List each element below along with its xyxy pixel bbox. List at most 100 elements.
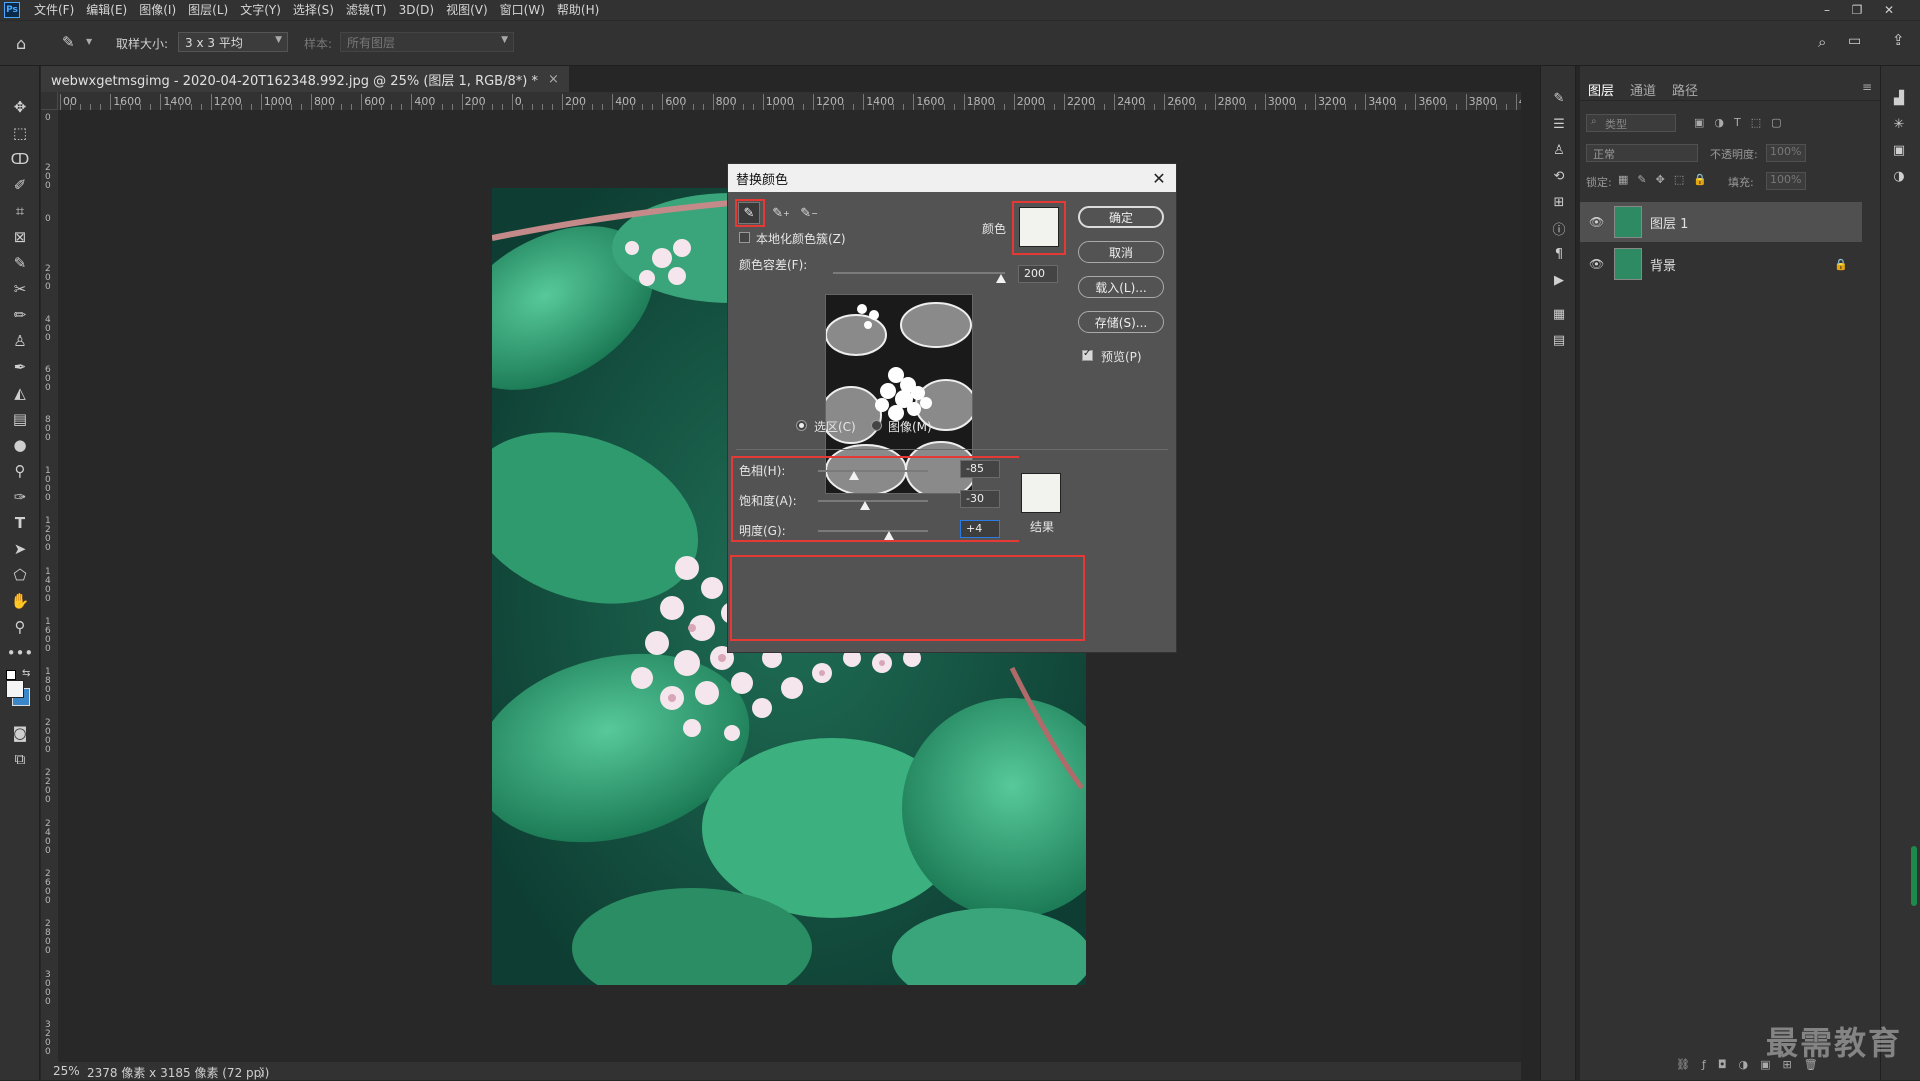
workspace-icon[interactable]: ▭	[1848, 33, 1861, 49]
layer-name[interactable]: 背景	[1650, 255, 1676, 274]
selection-radio[interactable]	[796, 420, 807, 431]
history-brush-tool-icon[interactable]: ✒	[8, 356, 32, 378]
document-tab[interactable]: webwxgetmsgimg - 2020-04-20T162348.992.j…	[41, 66, 569, 92]
close-icon[interactable]: ✕	[1148, 167, 1170, 189]
sample-size-select[interactable]: 3 x 3 平均 ▼	[178, 32, 288, 52]
zoom-tool-icon[interactable]: ⚲	[8, 616, 32, 638]
move-tool-icon[interactable]: ✥	[8, 96, 32, 118]
fuzziness-slider-track[interactable]	[833, 272, 1005, 274]
menu-type[interactable]: 文字(Y)	[234, 0, 287, 20]
scroll-indicator[interactable]	[1911, 846, 1917, 906]
swap-colors-icon[interactable]: ⇆	[22, 668, 30, 679]
restore-button[interactable]: ❐	[1842, 0, 1872, 20]
crop-tool-icon[interactable]: ⌗	[8, 200, 32, 222]
lasso-tool-icon[interactable]: ↀ	[8, 148, 32, 170]
default-colors-icon[interactable]	[6, 670, 16, 680]
eyedropper-tool-preset-icon[interactable]: ✎	[62, 33, 75, 51]
eyedropper-plus-icon[interactable]: ✎ +	[770, 202, 792, 224]
blur-tool-icon[interactable]: ●	[8, 434, 32, 456]
fill-field[interactable]: 100%	[1766, 172, 1806, 190]
swatches-icon[interactable]: ▣	[1889, 140, 1909, 160]
blend-mode-select[interactable]: 正常	[1586, 144, 1698, 162]
fuzziness-slider-thumb[interactable]	[996, 274, 1006, 283]
menu-file[interactable]: 文件(F)	[28, 0, 80, 20]
result-swatch[interactable]	[1021, 473, 1061, 513]
save-button[interactable]: 存储(S)...	[1078, 311, 1164, 333]
clone-source-icon[interactable]: ♙	[1549, 140, 1569, 160]
vertical-ruler[interactable]: 0 200 0 200 400 600 800 1000 1200 1400 1600 1800 200…	[41, 110, 59, 1066]
histogram-icon[interactable]: ▟	[1889, 88, 1909, 108]
layer-filter-select[interactable]: ⌕ 类型	[1586, 114, 1676, 132]
notes-icon[interactable]: ▤	[1549, 330, 1569, 350]
home-icon[interactable]: ⌂	[16, 34, 26, 53]
info-icon[interactable]: ⓘ	[1549, 218, 1569, 238]
brush-settings-icon[interactable]: ✎	[1549, 88, 1569, 108]
actions-icon[interactable]: ▶	[1549, 270, 1569, 290]
opacity-field[interactable]: 100%	[1766, 144, 1806, 162]
panel-menu-icon[interactable]: ≡	[1862, 80, 1872, 94]
menu-select[interactable]: 选择(S)	[287, 0, 340, 20]
dialog-title-bar[interactable]: 替换颜色	[728, 164, 1176, 192]
image-radio[interactable]	[871, 420, 882, 431]
type-tool-icon[interactable]: T	[8, 512, 32, 534]
clone-stamp-tool-icon[interactable]: ♙	[8, 330, 32, 352]
layer-row[interactable]: 👁 图层 1	[1580, 202, 1862, 242]
load-button[interactable]: 载入(L)...	[1078, 276, 1164, 298]
menu-layer[interactable]: 图层(L)	[182, 0, 234, 20]
tab-channels[interactable]: 通道	[1630, 80, 1656, 99]
paragraph-icon[interactable]: ¶	[1549, 244, 1569, 264]
path-selection-tool-icon[interactable]: ➤	[8, 538, 32, 560]
status-menu-arrow[interactable]: 〉	[259, 1064, 271, 1081]
marquee-tool-icon[interactable]: ⬚	[8, 122, 32, 144]
menu-filter[interactable]: 滤镜(T)	[340, 0, 393, 20]
close-window-button[interactable]: ✕	[1874, 0, 1904, 20]
properties-icon[interactable]: ⊞	[1549, 192, 1569, 212]
foreground-color-swatch[interactable]	[6, 680, 24, 698]
preview-checkbox[interactable]	[1082, 348, 1093, 361]
zoom-level[interactable]: 25%	[53, 1064, 80, 1078]
color-icon[interactable]: ◑	[1889, 166, 1909, 186]
more-tools-icon[interactable]: •••	[7, 642, 34, 664]
menu-image[interactable]: 图像(I)	[133, 0, 182, 20]
layer-filter-icons[interactable]: ▣◑T⬚▢	[1694, 116, 1792, 129]
ok-button[interactable]: 确定	[1078, 206, 1164, 228]
share-icon[interactable]: ⇪	[1892, 31, 1905, 49]
tab-layers[interactable]: 图层	[1588, 80, 1614, 99]
eraser-tool-icon[interactable]: ◭	[8, 382, 32, 404]
menu-window[interactable]: 窗口(W)	[494, 0, 551, 20]
brush-tool-icon[interactable]: ✏	[8, 304, 32, 326]
pen-tool-icon[interactable]: ✑	[8, 486, 32, 508]
search-icon[interactable]: ⌕	[1818, 33, 1826, 51]
menu-3d[interactable]: 3D(D)	[393, 0, 440, 20]
sample-select[interactable]: 所有图层 ▼	[340, 32, 514, 52]
hand-tool-icon[interactable]: ✋	[8, 590, 32, 612]
history-icon[interactable]: ⟲	[1549, 166, 1569, 186]
chevron-down-icon[interactable]: ▼	[86, 37, 92, 46]
libraries-icon[interactable]: ▦	[1549, 304, 1569, 324]
layer-row[interactable]: 👁 背景 🔒	[1580, 244, 1862, 284]
quick-select-tool-icon[interactable]: ✐	[8, 174, 32, 196]
eye-icon[interactable]: 👁	[1589, 257, 1604, 271]
ruler-origin[interactable]	[41, 92, 58, 110]
localized-clusters-checkbox[interactable]	[739, 232, 750, 243]
menu-view[interactable]: 视图(V)	[440, 0, 494, 20]
minimize-button[interactable]: –	[1812, 0, 1842, 20]
adjustments-icon[interactable]: ☰	[1549, 114, 1569, 134]
fuzziness-field[interactable]: 200	[1018, 265, 1058, 283]
lock-icons[interactable]: ▦✎✥⬚🔒	[1618, 173, 1716, 186]
layer-name[interactable]: 图层 1	[1650, 213, 1688, 232]
dodge-tool-icon[interactable]: ⚲	[8, 460, 32, 482]
eyedropper-tool-icon[interactable]: ✎	[8, 252, 32, 274]
menu-help[interactable]: 帮助(H)	[551, 0, 605, 20]
cancel-button[interactable]: 取消	[1078, 241, 1164, 263]
frame-tool-icon[interactable]: ⊠	[8, 226, 32, 248]
menu-edit[interactable]: 编辑(E)	[80, 0, 133, 20]
shape-tool-icon[interactable]: ⬠	[8, 564, 32, 586]
healing-brush-tool-icon[interactable]: ✂	[8, 278, 32, 300]
quick-mask-icon[interactable]: ◙	[8, 722, 32, 744]
tab-paths[interactable]: 路径	[1672, 80, 1698, 99]
gradient-tool-icon[interactable]: ▤	[8, 408, 32, 430]
screen-mode-icon[interactable]: ⧉	[8, 748, 32, 770]
horizontal-ruler[interactable]: 00 1600 1400 1200 1000 800 600 400 200 0 200 400 600…	[58, 92, 1521, 111]
eyedropper-minus-icon[interactable]: ✎ −	[798, 202, 820, 224]
